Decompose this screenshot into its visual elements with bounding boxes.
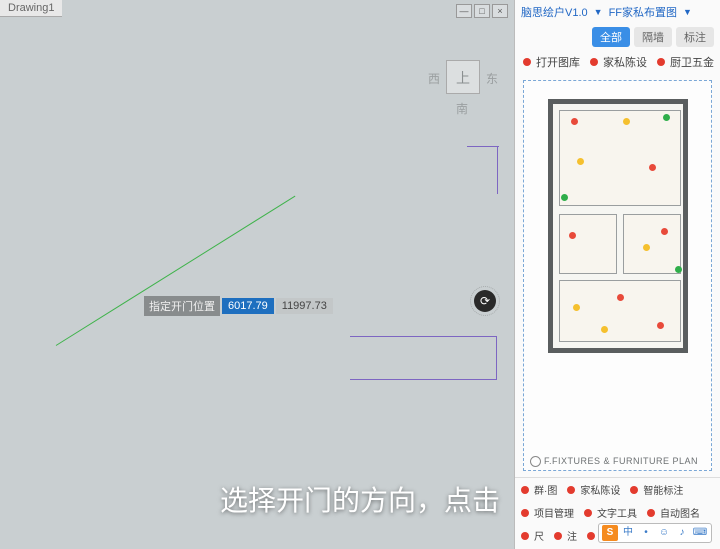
view-cube[interactable]: 西 上 东 南 [428,54,498,114]
ime-punct[interactable]: • [638,525,654,541]
chevron-down-icon[interactable]: ▼ [683,7,692,17]
marker-icon [663,114,670,121]
refresh-icon: ⟳ [480,294,490,308]
marker-icon [601,326,608,333]
filter-mark[interactable]: 标注 [676,27,714,47]
legend-furniture[interactable]: 家私陈设 [567,482,620,497]
ime-mode[interactable]: 中 [620,525,636,541]
marker-icon [573,304,580,311]
prompt-value-active[interactable]: 6017.79 [222,298,274,314]
marker-icon [623,118,630,125]
marker-icon [569,232,576,239]
ime-toolbar[interactable]: S 中 • ☺ ♪ ⌨ [598,523,712,543]
viewcube-top[interactable]: 上 [446,60,480,94]
viewcube-west[interactable]: 西 [428,70,440,87]
marker-icon [649,164,656,171]
command-prompt: 指定开门位置 6017.79 11997.73 [144,296,333,316]
ime-logo-icon[interactable]: S [602,525,618,541]
room [559,214,617,274]
marker-icon [643,244,650,251]
minimize-button[interactable]: — [456,4,472,18]
chevron-down-icon[interactable]: ▼ [594,7,603,17]
room [623,214,681,274]
prompt-value-secondary: 11997.73 [276,298,333,314]
viewcube-east[interactable]: 东 [486,70,498,87]
dot-icon [521,532,529,540]
dot-icon [647,509,655,517]
category-open-library[interactable]: 打开图库 [523,54,580,70]
marker-icon [675,266,682,273]
wall-segment [467,146,499,147]
room-outline [350,336,497,380]
side-panel: 脑思绘户V1.0 ▼ FF家私布置图 ▼ 全部 隔墙 标注 打开图库 家私陈设 … [514,0,720,549]
legend-measure[interactable]: 尺 [521,528,544,543]
plan-caption: F.FIXTURES & FURNITURE PLAN [544,456,698,466]
marker-icon [617,294,624,301]
plan-logo-icon [530,456,541,467]
dot-icon [554,532,562,540]
construction-line [56,196,296,346]
legend-auto-name[interactable]: 自动图名 [647,505,700,520]
floorplan-preview[interactable]: F.FIXTURES & FURNITURE PLAN [523,80,712,471]
legend-text-tool[interactable]: 文字工具 [584,505,637,520]
dot-icon [521,509,529,517]
floorplan-outline [548,99,688,353]
category-bath-hardware[interactable]: 厨卫五金 [657,54,714,70]
marker-icon [561,194,568,201]
view-dropdown[interactable]: FF家私布置图 [609,4,677,20]
viewcube-south[interactable]: 南 [456,100,468,117]
drawing-canvas[interactable]: Drawing1 — □ × 西 上 东 南 指定开门位置 6017.79 11… [0,0,514,549]
marker-icon [661,228,668,235]
plugin-name[interactable]: 脑思绘户V1.0 [521,4,588,20]
category-furniture[interactable]: 家私陈设 [590,54,647,70]
tab-title: Drawing1 [8,2,54,14]
maximize-button[interactable]: □ [474,4,490,18]
ime-voice-icon[interactable]: ♪ [674,525,690,541]
room [559,280,681,342]
legend-smart-dim[interactable]: 智能标注 [630,482,683,497]
dot-icon [657,58,665,66]
document-tab[interactable]: Drawing1 [0,0,62,17]
dot-icon [630,486,638,494]
dot-icon [587,532,595,540]
nav-compass[interactable]: ⟳ [474,290,496,312]
legend-other-a[interactable]: 注 [554,528,577,543]
legend-group[interactable]: 群·图 [521,482,557,497]
legend-item-mgmt[interactable]: 项目管理 [521,505,574,520]
filter-wall[interactable]: 隔墙 [634,27,672,47]
marker-icon [577,158,584,165]
ime-keyboard-icon[interactable]: ⌨ [692,525,708,541]
dot-icon [590,58,598,66]
filter-all[interactable]: 全部 [592,27,630,47]
dot-icon [523,58,531,66]
wall-segment [497,146,498,194]
dot-icon [567,486,575,494]
dot-icon [584,509,592,517]
ime-emoji-icon[interactable]: ☺ [656,525,672,541]
close-button[interactable]: × [492,4,508,18]
dot-icon [521,486,529,494]
marker-icon [657,322,664,329]
marker-icon [571,118,578,125]
prompt-label: 指定开门位置 [144,296,220,316]
